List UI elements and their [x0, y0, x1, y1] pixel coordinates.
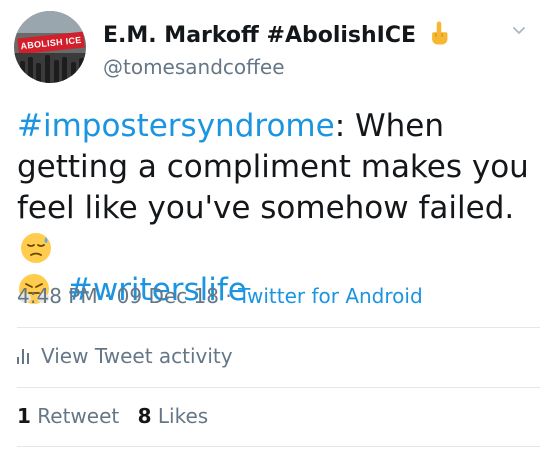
display-name[interactable]: E.M. Markoff #AbolishICE: [103, 20, 452, 48]
likes-label: Likes: [157, 404, 209, 428]
view-tweet-activity-link[interactable]: View Tweet activity: [17, 344, 233, 368]
divider: [17, 387, 540, 388]
tweet-stats: 1 Retweet 8 Likes: [17, 404, 208, 428]
retweets-stat[interactable]: 1 Retweet: [17, 404, 119, 428]
bar-chart-icon: [17, 348, 29, 364]
tweet-meta: 4:48 PM · 09 Dec 18 · Twitter for Androi…: [17, 284, 423, 308]
retweet-label: Retweet: [37, 404, 120, 428]
middle-finger-emoji: [431, 21, 448, 45]
likes-stat[interactable]: 8 Likes: [138, 404, 209, 428]
chevron-down-icon[interactable]: [512, 24, 526, 38]
hashtag-impostersyndrome[interactable]: #impostersyndrome: [17, 108, 335, 144]
tweet-source-link[interactable]: Twitter for Android: [238, 284, 423, 308]
avatar-banner: ABOLISH ICE: [17, 31, 85, 55]
retweet-count: 1: [17, 404, 31, 428]
tweet-date: 09 Dec 18: [116, 284, 219, 308]
downcast-sweat-emoji: [21, 233, 51, 263]
view-tweet-activity-label: View Tweet activity: [41, 344, 233, 368]
divider: [17, 327, 540, 328]
avatar-sky: [14, 11, 86, 33]
tweet-time: 4:48 PM: [17, 284, 98, 308]
user-handle[interactable]: @tomesandcoffee: [103, 55, 285, 79]
likes-count: 8: [137, 404, 152, 428]
meta-separator: ·: [219, 284, 239, 308]
avatar[interactable]: ABOLISH ICE: [14, 11, 86, 83]
divider: [17, 446, 540, 447]
avatar-crowd: [14, 53, 86, 83]
display-name-text: E.M. Markoff #AbolishICE: [103, 23, 417, 48]
meta-separator: ·: [97, 284, 117, 308]
tweet-text: #impostersyndrome: When getting a compli…: [17, 106, 532, 311]
